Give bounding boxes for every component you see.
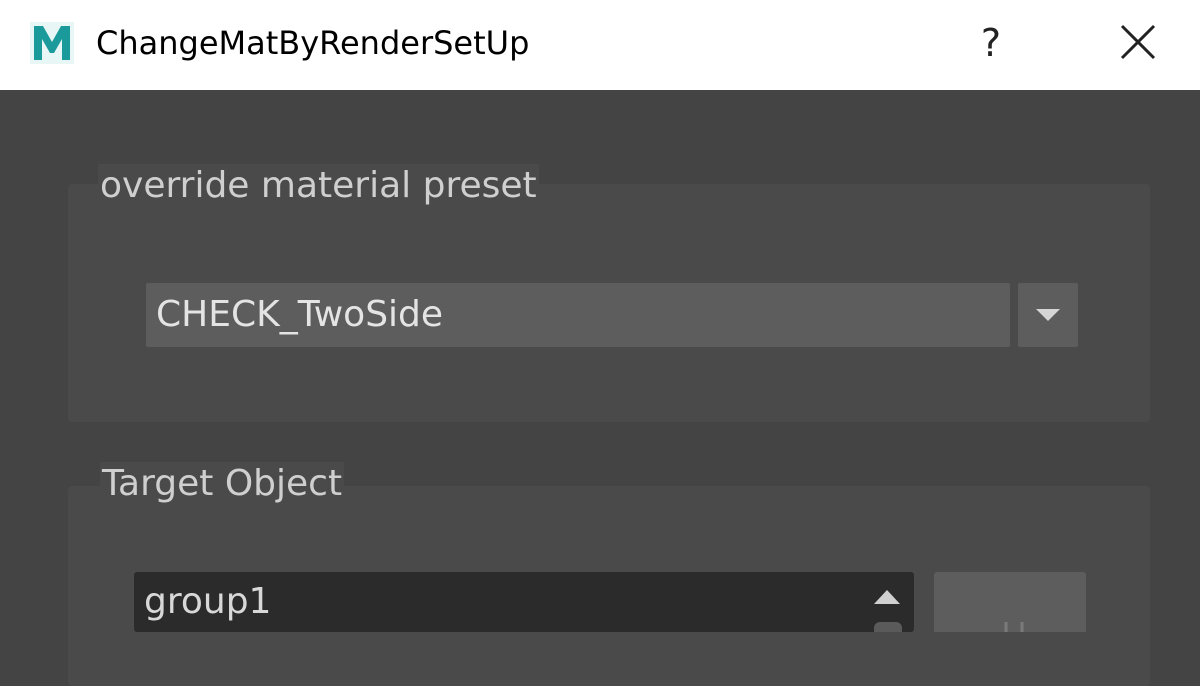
material-preset-combobox[interactable]: CHECK_TwoSide xyxy=(146,283,1010,347)
material-preset-value: CHECK_TwoSide xyxy=(156,294,444,335)
list-scrollbar-thumb[interactable] xyxy=(874,622,902,632)
dialog-body: override material preset CHECK_TwoSide T… xyxy=(2,92,1200,686)
chevron-down-icon xyxy=(1036,309,1060,321)
close-button[interactable] xyxy=(1108,16,1168,70)
target-object-label: Target Object xyxy=(100,462,345,506)
target-object-list[interactable]: group1 xyxy=(134,572,914,632)
window-title: ChangeMatByRenderSetUp xyxy=(96,24,530,62)
close-icon xyxy=(1120,24,1156,60)
list-item[interactable]: group1 xyxy=(144,572,271,632)
button-glyph-icon xyxy=(1004,622,1024,632)
scroll-up-button[interactable] xyxy=(864,582,910,612)
scroll-up-arrow-icon xyxy=(874,590,900,604)
override-material-preset-label: override material preset xyxy=(98,164,539,208)
material-preset-dropdown-button[interactable] xyxy=(1018,283,1078,347)
maya-app-icon xyxy=(30,22,74,64)
title-bar[interactable]: ChangeMatByRenderSetUp ? xyxy=(0,0,1200,90)
target-object-side-button[interactable] xyxy=(934,572,1086,632)
help-button[interactable]: ? xyxy=(966,16,1016,70)
